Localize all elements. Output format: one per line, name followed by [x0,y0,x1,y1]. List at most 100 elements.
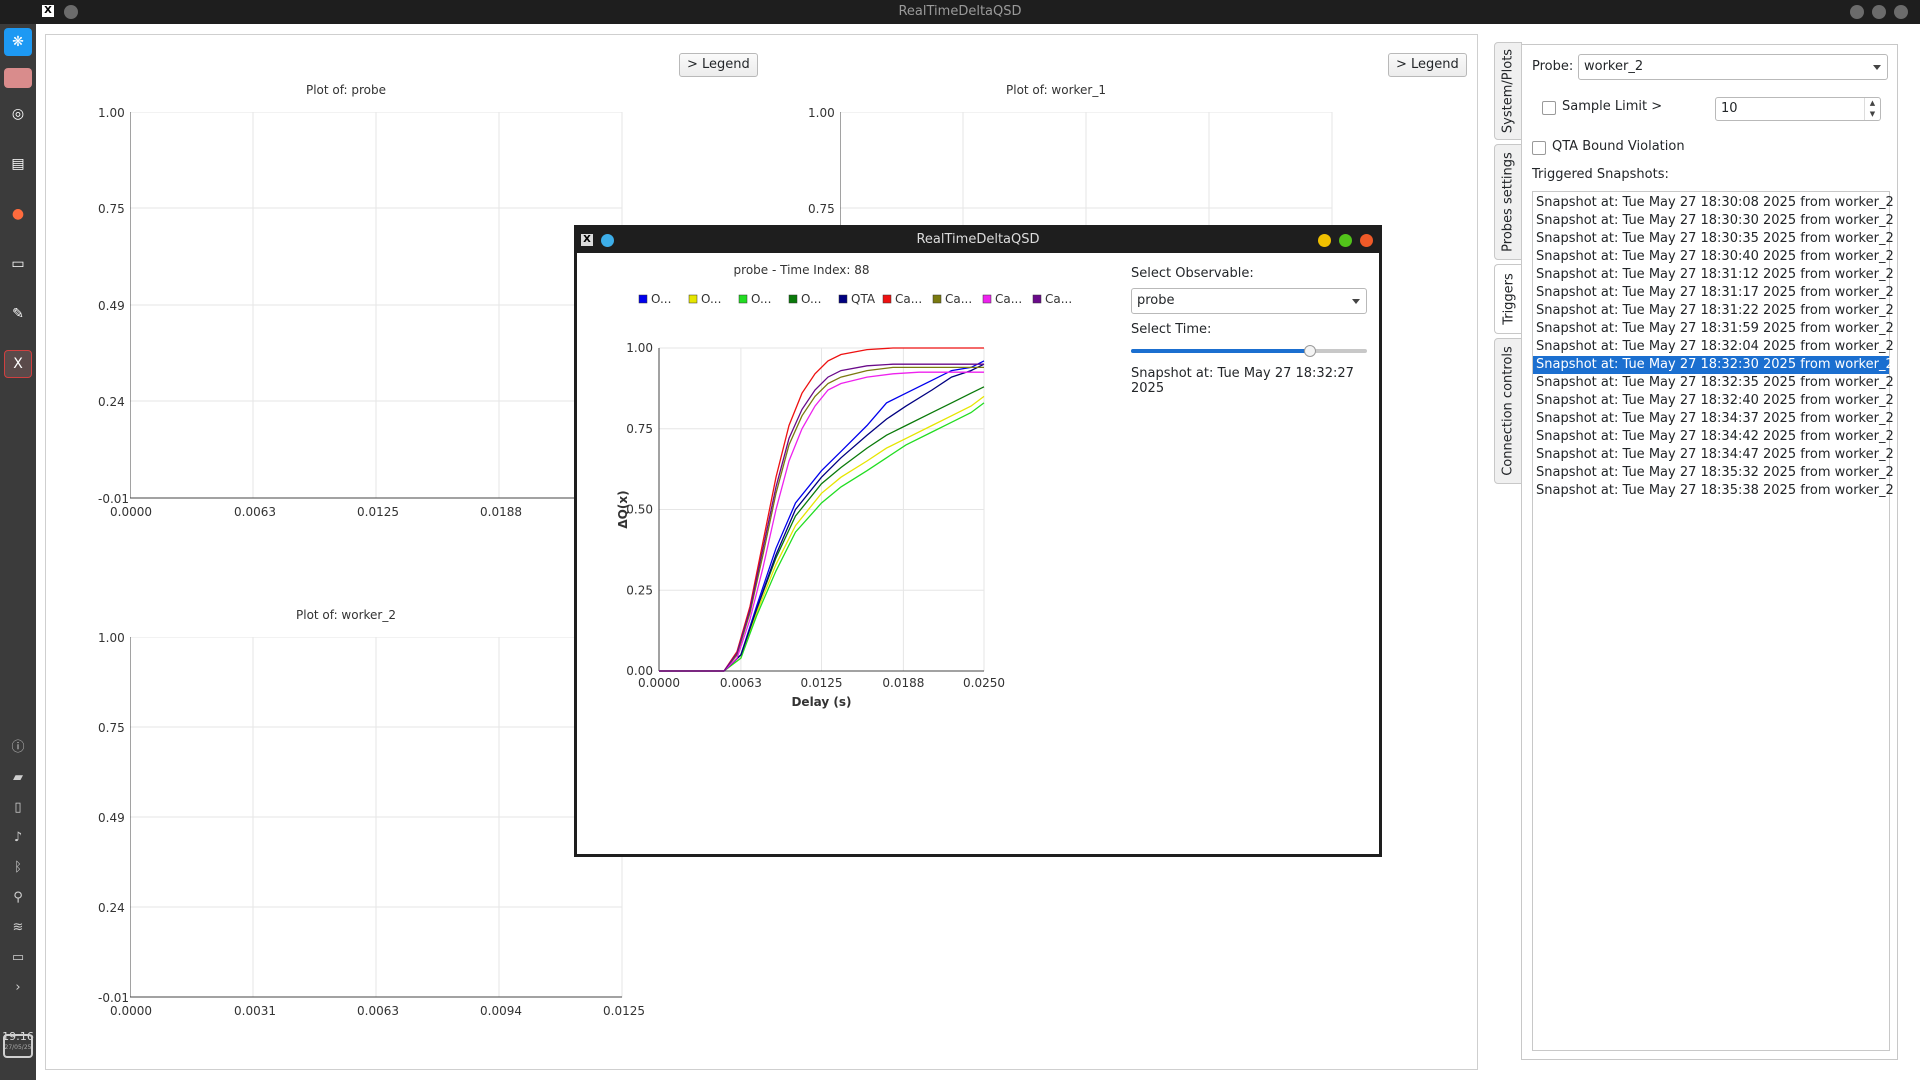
observable-select[interactable]: probe [1131,288,1367,314]
x-tick-label: 0.0125 [603,1004,645,1018]
legend-label: O... [701,292,721,306]
snapshot-list-item[interactable]: Snapshot at: Tue May 27 18:31:12 2025 fr… [1533,266,1894,284]
snapshot-list-item[interactable]: Snapshot at: Tue May 27 18:31:17 2025 fr… [1533,284,1894,302]
terminal-icon[interactable]: ▭ [4,250,32,278]
chevron-down-icon [1873,65,1881,70]
snapshot-list-item[interactable]: Snapshot at: Tue May 27 18:30:30 2025 fr… [1533,212,1894,230]
qta-bound-checkbox[interactable] [1532,141,1546,155]
legend-marker [738,294,748,304]
tab-triggers[interactable]: Triggers [1494,264,1522,334]
desktop-pager-icon[interactable] [4,68,32,88]
close-button[interactable] [1894,5,1908,19]
probe-select[interactable]: worker_2 [1578,54,1888,80]
tab-system-plots[interactable]: System/Plots [1494,42,1522,140]
snapshot-list-item[interactable]: Snapshot at: Tue May 27 18:32:35 2025 fr… [1533,374,1894,392]
y-tick-label: 0.49 [98,811,125,825]
plot-grid [130,112,623,499]
show-desktop-icon[interactable] [3,1034,33,1058]
select-observable-label: Select Observable: [1131,266,1254,281]
popup-title: RealTimeDeltaQSD [916,232,1040,247]
y-tick-label: -0.01 [98,991,130,1005]
x-tick-label: 0.0000 [638,676,680,690]
pin-window-button[interactable] [601,234,614,247]
app-logo-icon: X [581,234,593,246]
snapshot-list-item[interactable]: Snapshot at: Tue May 27 18:30:08 2025 fr… [1533,194,1894,212]
y-tick-label: 0.50 [626,503,653,517]
x-tick-label: 0.0063 [357,1004,399,1018]
x-tick-label: 0.0125 [357,505,399,519]
legend-toggle-button[interactable]: > Legend [679,53,758,77]
window-title: RealTimeDeltaQSD [898,4,1022,19]
delta-q-chart: probe - Time Index: 88 O... O... O... O... QT… [616,263,1072,709]
y-tick-label: 1.00 [98,631,125,645]
tab-connection-controls[interactable]: Connection controls [1494,338,1522,484]
snapshot-list-item[interactable]: Snapshot at: Tue May 27 18:35:32 2025 fr… [1533,464,1894,482]
location-icon[interactable]: ⚲ [10,890,26,906]
notes-icon[interactable]: ▰ [10,770,26,786]
snapshot-list-item[interactable]: Snapshot at: Tue May 27 18:32:04 2025 fr… [1533,338,1894,356]
snapshot-list-item[interactable]: Snapshot at: Tue May 27 18:30:35 2025 fr… [1533,230,1894,248]
y-tick-label: 0.75 [98,721,125,735]
expand-tray-icon[interactable]: › [10,980,26,996]
triggers-panel: Probe: worker_2 Sample Limit > 10 ▲ ▼ QTA… [1521,44,1898,1060]
snapshot-list[interactable]: Snapshot at: Tue May 27 18:30:08 2025 fr… [1532,191,1894,1051]
legend-label: Ca... [895,292,922,306]
pin-window-button[interactable] [64,5,78,19]
snapshot-list-item[interactable]: Snapshot at: Tue May 27 18:30:40 2025 fr… [1533,248,1894,266]
minimize-button[interactable] [1850,5,1864,19]
wifi-icon[interactable]: ≋ [10,920,26,936]
y-tick-label: 1.00 [98,106,125,120]
snapshot-list-item[interactable]: Snapshot at: Tue May 27 18:34:42 2025 fr… [1533,428,1894,446]
kde-launcher-icon[interactable]: ❋ [4,28,32,56]
probe-select-value: worker_2 [1584,59,1644,74]
x-tick-label: 0.0125 [801,676,843,690]
close-button[interactable] [1360,234,1373,247]
snapshot-list-item[interactable]: Snapshot at: Tue May 27 18:32:30 2025 fr… [1533,356,1894,374]
clipboard-icon[interactable]: ▯ [10,800,26,816]
time-slider-handle[interactable] [1304,345,1317,357]
file-manager-icon[interactable]: ▤ [4,150,32,178]
snapshot-list-item[interactable]: Snapshot at: Tue May 27 18:34:47 2025 fr… [1533,446,1894,464]
legend-marker [638,294,648,304]
firefox-icon[interactable]: ● [4,200,32,228]
y-tick-label: 0.00 [626,664,653,678]
legend-label: O... [651,292,671,306]
maximize-button[interactable] [1872,5,1886,19]
snapshot-list-item[interactable]: Snapshot at: Tue May 27 18:31:59 2025 fr… [1533,320,1894,338]
spin-arrows-icon[interactable]: ▲ ▼ [1864,98,1880,120]
info-icon[interactable]: ⓘ [10,740,26,756]
snapshot-list-item[interactable]: Snapshot at: Tue May 27 18:31:22 2025 fr… [1533,302,1894,320]
app-logo-icon: X [42,5,54,17]
qta-bound-label: QTA Bound Violation [1552,139,1685,154]
snapshot-list-item[interactable]: Snapshot at: Tue May 27 18:35:38 2025 fr… [1533,482,1894,500]
snapshot-list-item[interactable]: Snapshot at: Tue May 27 18:34:37 2025 fr… [1533,410,1894,428]
x-tick-label: 0.0094 [480,1004,522,1018]
x-tick-label: 0.0188 [480,505,522,519]
y-tick-label: 1.00 [626,341,653,355]
snapshot-popup-window: X RealTimeDeltaQSD probe - Time Index: 8… [574,225,1382,857]
x-tick-label: 0.0000 [110,505,152,519]
editor-icon[interactable]: ✎ [4,300,32,328]
x-tick-label: 0.0000 [110,1004,152,1018]
legend-toggle-button[interactable]: > Legend [1388,53,1467,77]
sample-limit-checkbox[interactable] [1542,101,1556,115]
legend-label: O... [801,292,821,306]
xwindow-app-icon[interactable]: X [4,350,32,378]
sample-limit-spinbox[interactable]: 10 ▲ ▼ [1715,97,1881,121]
volume-icon[interactable]: ♪ [10,830,26,846]
snapshot-list-item[interactable]: Snapshot at: Tue May 27 18:32:40 2025 fr… [1533,392,1894,410]
y-tick-label: 0.75 [626,422,653,436]
settings-app-icon[interactable]: ◎ [4,100,32,128]
x-tick-label: 0.0250 [963,676,1005,690]
bluetooth-icon[interactable]: ᛒ [10,860,26,876]
legend-label: O... [751,292,771,306]
maximize-button[interactable] [1339,234,1352,247]
x-tick-label: 0.0031 [234,1004,276,1018]
battery-icon[interactable]: ▭ [10,950,26,966]
y-tick-label: 0.75 [98,202,125,216]
plot-title: Plot of: worker_1 [1006,83,1106,97]
tab-probes-settings[interactable]: Probes settings [1494,144,1522,260]
sample-limit-label: Sample Limit > [1562,99,1663,114]
minimize-button[interactable] [1318,234,1331,247]
x-tick-label: 0.0188 [882,676,924,690]
